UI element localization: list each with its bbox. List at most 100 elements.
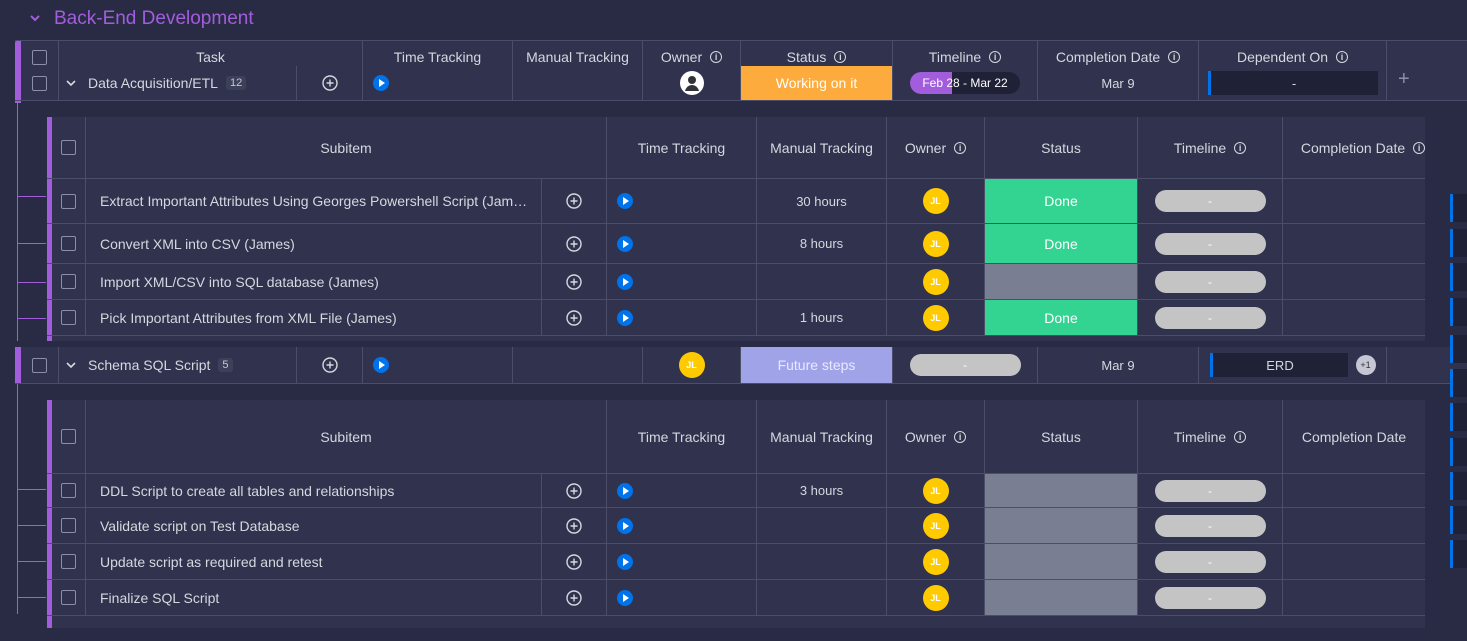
- column-time-tracking[interactable]: Time Tracking: [607, 400, 757, 473]
- manual-tracking-cell[interactable]: [513, 66, 643, 100]
- play-icon[interactable]: [373, 75, 389, 91]
- updates-cell[interactable]: [297, 66, 363, 100]
- play-icon[interactable]: [617, 235, 633, 252]
- play-icon[interactable]: [617, 553, 633, 570]
- add-update-icon[interactable]: [321, 356, 339, 374]
- column-status[interactable]: Status: [985, 400, 1138, 473]
- subitem-row[interactable]: Import XML/CSV into SQL database (James)…: [47, 264, 1425, 300]
- avatar[interactable]: JL: [922, 548, 949, 575]
- dependency-chip-stub[interactable]: [1450, 335, 1467, 363]
- timeline-cell[interactable]: -: [1138, 300, 1283, 335]
- completion-date-cell[interactable]: [1283, 544, 1425, 579]
- play-icon[interactable]: [617, 589, 633, 606]
- chevron-down-icon[interactable]: [28, 11, 42, 25]
- add-update-icon[interactable]: [565, 273, 583, 291]
- avatar[interactable]: JL: [922, 268, 949, 295]
- updates-cell[interactable]: [542, 544, 607, 579]
- timeline-cell[interactable]: -: [1138, 580, 1283, 615]
- info-icon[interactable]: i: [1336, 51, 1349, 63]
- dependency-chip-stub[interactable]: [1450, 369, 1467, 397]
- play-icon[interactable]: [373, 357, 389, 373]
- manual-tracking-cell[interactable]: [513, 347, 643, 383]
- add-update-icon[interactable]: [565, 553, 583, 571]
- status-cell[interactable]: Done: [985, 179, 1138, 223]
- timeline-cell[interactable]: -: [1138, 508, 1283, 543]
- updates-cell[interactable]: [542, 179, 607, 223]
- time-tracking-cell[interactable]: [607, 474, 757, 507]
- status-cell[interactable]: [985, 474, 1138, 507]
- add-update-icon[interactable]: [565, 589, 583, 607]
- subitem-row[interactable]: Update script as required and retest JL -: [47, 544, 1425, 580]
- subitem-row[interactable]: Finalize SQL Script JL -: [47, 580, 1425, 616]
- column-owner[interactable]: Owner i: [887, 117, 985, 178]
- row-checkbox[interactable]: [32, 357, 47, 373]
- completion-date-cell[interactable]: [1283, 264, 1425, 299]
- dependency-chip-stub[interactable]: [1450, 506, 1467, 534]
- subitem-row[interactable]: Validate script on Test Database JL -: [47, 508, 1425, 544]
- completion-date-cell[interactable]: Mar 9: [1038, 66, 1199, 100]
- select-all-checkbox[interactable]: [32, 49, 47, 65]
- column-manual-tracking[interactable]: Manual Tracking: [757, 400, 887, 473]
- time-tracking-cell[interactable]: [363, 347, 513, 383]
- timeline-cell[interactable]: -: [1138, 264, 1283, 299]
- dependency-chip-stub[interactable]: [1450, 540, 1467, 568]
- manual-tracking-cell[interactable]: [757, 580, 887, 615]
- owner-cell[interactable]: JL: [887, 474, 985, 507]
- select-all-checkbox[interactable]: [61, 140, 76, 155]
- updates-cell[interactable]: [542, 580, 607, 615]
- timeline-cell[interactable]: -: [1138, 179, 1283, 223]
- info-icon[interactable]: i: [1234, 430, 1247, 443]
- completion-date-cell[interactable]: [1283, 224, 1425, 263]
- owner-cell[interactable]: JL: [643, 347, 741, 383]
- dependency-chip-stub[interactable]: [1450, 403, 1467, 431]
- column-timeline[interactable]: Timeline i: [1138, 117, 1283, 178]
- column-manual-tracking[interactable]: Manual Tracking: [757, 117, 887, 178]
- dependency-chip-stub[interactable]: [1450, 472, 1467, 500]
- updates-cell[interactable]: [297, 347, 363, 383]
- add-update-icon[interactable]: [321, 74, 339, 92]
- timeline-cell[interactable]: -: [1138, 544, 1283, 579]
- subitem-row[interactable]: Pick Important Attributes from XML File …: [47, 300, 1425, 336]
- manual-tracking-cell[interactable]: 1 hours: [757, 300, 887, 335]
- avatar[interactable]: JL: [922, 512, 949, 539]
- row-checkbox[interactable]: [32, 75, 47, 91]
- timeline-cell[interactable]: -: [893, 347, 1038, 383]
- chevron-down-icon[interactable]: [64, 76, 78, 90]
- row-checkbox[interactable]: [61, 554, 76, 569]
- chevron-down-icon[interactable]: [64, 358, 78, 372]
- item-row[interactable]: Schema SQL Script 5 JL Future steps - Ma…: [15, 347, 1467, 384]
- subitem-name-cell[interactable]: DDL Script to create all tables and rela…: [86, 474, 542, 507]
- time-tracking-cell[interactable]: [607, 300, 757, 335]
- time-tracking-cell[interactable]: [607, 179, 757, 223]
- time-tracking-cell[interactable]: [607, 264, 757, 299]
- column-completion-date[interactable]: Completion Date i: [1283, 117, 1443, 178]
- info-icon[interactable]: i: [834, 51, 847, 63]
- time-tracking-cell[interactable]: [607, 224, 757, 263]
- add-update-icon[interactable]: [565, 192, 583, 210]
- row-checkbox[interactable]: [61, 310, 76, 325]
- status-cell[interactable]: Done: [985, 300, 1138, 335]
- owner-cell[interactable]: JL: [887, 264, 985, 299]
- updates-cell[interactable]: [542, 508, 607, 543]
- row-checkbox[interactable]: [61, 193, 76, 209]
- owner-cell[interactable]: JL: [887, 544, 985, 579]
- updates-cell[interactable]: [542, 300, 607, 335]
- subitem-row[interactable]: DDL Script to create all tables and rela…: [47, 474, 1425, 508]
- avatar[interactable]: JL: [922, 304, 949, 331]
- completion-date-cell[interactable]: [1283, 179, 1425, 223]
- time-tracking-cell[interactable]: [363, 66, 513, 100]
- dependency-chip-stub[interactable]: [1450, 229, 1467, 257]
- timeline-cell[interactable]: -: [1138, 474, 1283, 507]
- select-all-checkbox[interactable]: [61, 429, 76, 444]
- dependency-chip-stub[interactable]: [1450, 438, 1467, 466]
- completion-date-cell[interactable]: [1283, 300, 1425, 335]
- manual-tracking-cell[interactable]: [757, 544, 887, 579]
- column-time-tracking[interactable]: Time Tracking: [607, 117, 757, 178]
- owner-cell[interactable]: JL: [887, 300, 985, 335]
- timeline-cell[interactable]: Feb 28 - Mar 22: [893, 66, 1038, 100]
- add-update-icon[interactable]: [565, 309, 583, 327]
- manual-tracking-cell[interactable]: [757, 264, 887, 299]
- item-name-cell[interactable]: Data Acquisition/ETL 12: [59, 66, 297, 100]
- status-cell[interactable]: Working on it: [741, 66, 893, 100]
- subitem-row[interactable]: Convert XML into CSV (James) 8 hours JL Don…: [47, 224, 1425, 264]
